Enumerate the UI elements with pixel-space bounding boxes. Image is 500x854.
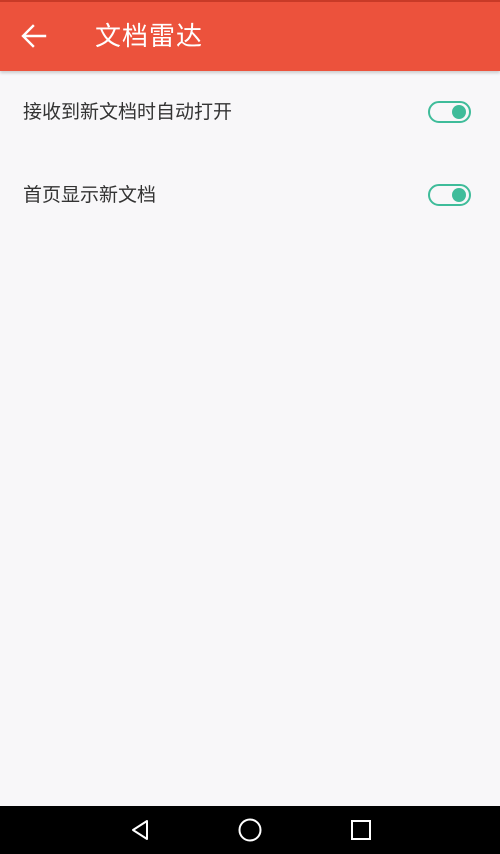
page-title: 文档雷达 bbox=[95, 22, 204, 52]
nav-back-button[interactable] bbox=[110, 806, 170, 854]
setting-label-show-on-home: 首页显示新文档 bbox=[23, 184, 157, 206]
system-nav-bar bbox=[0, 806, 500, 854]
setting-row-auto-open[interactable]: 接收到新文档时自动打开 bbox=[0, 71, 500, 154]
back-button[interactable] bbox=[12, 12, 56, 60]
arrow-left-icon bbox=[21, 24, 47, 48]
auto-open-toggle[interactable] bbox=[428, 101, 471, 123]
setting-label-auto-open: 接收到新文档时自动打开 bbox=[23, 101, 233, 123]
settings-list: 接收到新文档时自动打开 首页显示新文档 bbox=[0, 71, 500, 237]
circle-home-icon bbox=[238, 818, 262, 842]
show-on-home-toggle[interactable] bbox=[428, 184, 471, 206]
setting-row-show-on-home[interactable]: 首页显示新文档 bbox=[0, 154, 500, 237]
nav-recents-button[interactable] bbox=[331, 806, 391, 854]
toggle-knob bbox=[452, 105, 466, 119]
square-recents-icon bbox=[351, 820, 371, 840]
triangle-back-icon bbox=[132, 820, 148, 840]
nav-home-button[interactable] bbox=[220, 806, 280, 854]
app-bar: 文档雷达 bbox=[0, 0, 500, 71]
toggle-knob bbox=[452, 188, 466, 202]
